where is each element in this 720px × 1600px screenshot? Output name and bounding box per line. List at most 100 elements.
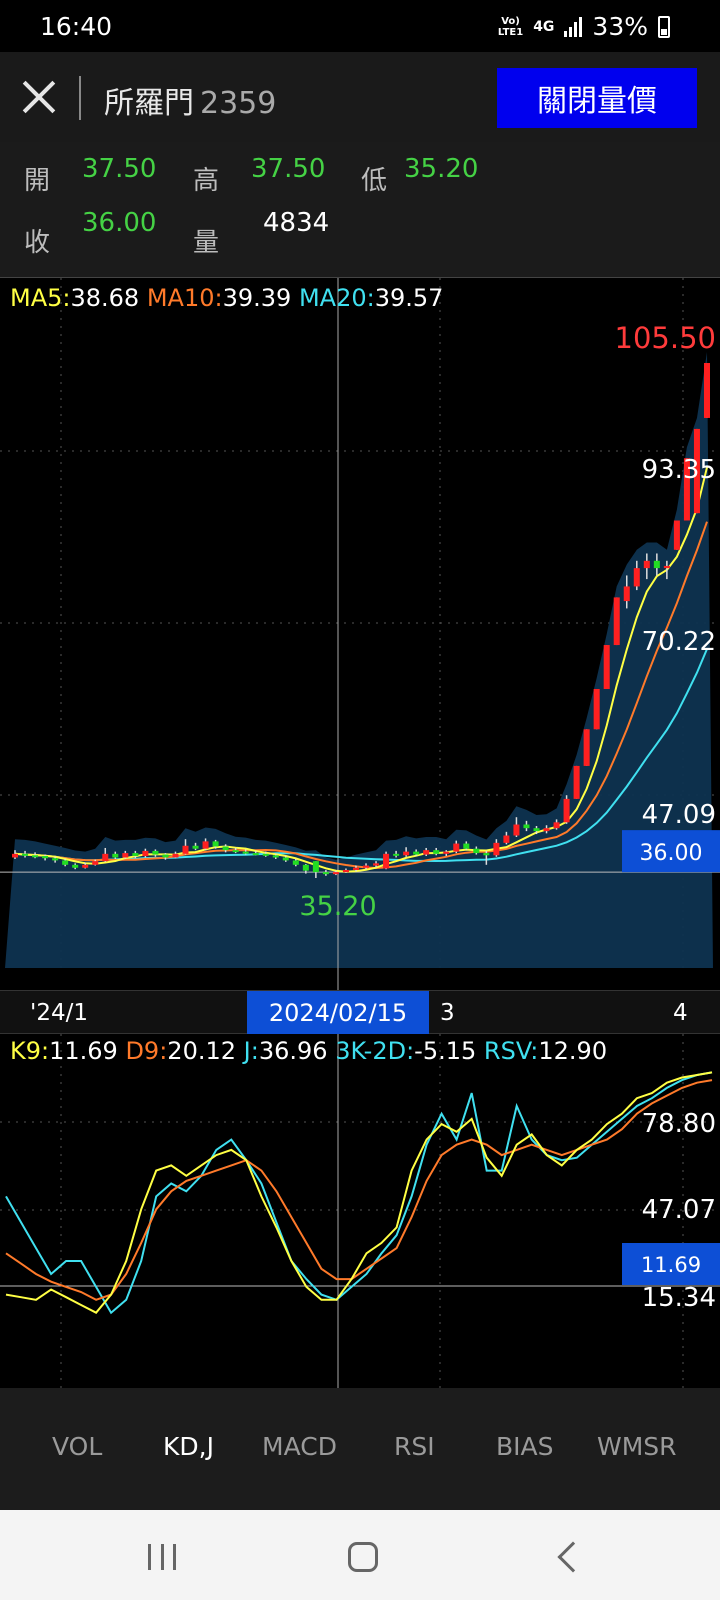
candle-body	[72, 864, 79, 868]
k-value: 11.69	[49, 1037, 118, 1065]
candle-body	[152, 850, 159, 855]
candle-body	[202, 841, 209, 849]
candle-body	[653, 560, 660, 569]
date-tick: 4	[673, 1000, 688, 1026]
tab-kdj[interactable]: KD,J	[163, 1432, 214, 1461]
price-tick-label: 93.35	[642, 455, 716, 485]
candle-body	[252, 853, 259, 856]
d-value: 20.12	[167, 1037, 237, 1065]
candle-body	[453, 843, 460, 852]
candle-body	[663, 565, 670, 569]
candle-body	[222, 846, 229, 851]
candle-body	[463, 843, 470, 849]
candle-body	[403, 851, 410, 856]
candle-body	[322, 872, 329, 875]
close-icon[interactable]	[18, 76, 60, 118]
volume-value: 4834	[263, 208, 330, 238]
current-k-label: 11.69	[641, 1253, 701, 1277]
status-bar: 16:40 Vo) LTE1 4G 33%	[0, 0, 720, 52]
kd-tick-label: 15.34	[642, 1283, 716, 1313]
candle-body	[523, 824, 530, 829]
low-marker-label: 35.20	[299, 891, 376, 922]
system-nav-bar	[0, 1510, 720, 1600]
ma20-value: 39.57	[374, 284, 444, 312]
candle-body	[553, 822, 560, 829]
price-max-label: 105.50	[615, 321, 716, 355]
candle-body	[122, 853, 129, 858]
candle-body	[493, 842, 500, 856]
candle-body	[473, 848, 480, 854]
kd-chart[interactable]: 78.80 47.07 15.34 11.69	[0, 1034, 720, 1388]
candle-body	[172, 853, 179, 858]
candle-body	[52, 858, 59, 861]
ma10-label: MA10:	[146, 284, 223, 312]
tab-bias[interactable]: BIAS	[496, 1432, 554, 1461]
candle-body	[352, 867, 359, 870]
candle-body	[32, 855, 39, 858]
candle-body	[503, 835, 510, 843]
selected-date: 2024/02/15	[247, 991, 429, 1035]
tab-wmsr[interactable]: WMSR	[597, 1432, 677, 1461]
candle-body	[102, 853, 109, 862]
title-bar: 所羅門 2359 關閉量價	[0, 52, 720, 142]
stock-code: 2359	[200, 86, 277, 121]
candle-body	[182, 845, 189, 854]
j-line	[5, 1071, 713, 1315]
candle-body	[312, 861, 319, 873]
tab-vol[interactable]: VOL	[52, 1432, 102, 1461]
candle-body	[282, 857, 289, 861]
candle-body	[643, 560, 650, 569]
price-chart[interactable]: 105.50 93.35 70.22 47.09 36.00 35.20	[0, 278, 720, 990]
price-chart-area[interactable]: 105.50 93.35 70.22 47.09 36.00 35.20	[0, 278, 720, 990]
candle-body	[363, 865, 370, 868]
candle-body	[12, 853, 19, 858]
network-type-icon: 4G	[533, 18, 555, 35]
quote-panel: 開 37.50 高 37.50 低 35.20 收 36.00 量 4834	[0, 142, 720, 278]
candle-body	[92, 861, 99, 865]
kd-chart-area[interactable]: 78.80 47.07 15.34 11.69	[0, 1034, 720, 1388]
candle-body	[603, 645, 610, 689]
candle-body	[513, 824, 520, 836]
candle-body	[242, 851, 249, 854]
candle-body	[42, 856, 49, 859]
rsv-value: 12.90	[538, 1037, 608, 1065]
date-tick: 3	[440, 1000, 455, 1026]
close-price-volume-button[interactable]: 關閉量價	[497, 68, 697, 128]
candle-body	[543, 828, 550, 832]
candle-body	[443, 851, 450, 854]
low-value: 35.20	[404, 154, 479, 184]
candle-body	[533, 828, 540, 832]
rsv-label: RSV:	[483, 1037, 539, 1065]
d-label: D9:	[125, 1037, 168, 1065]
candle-body	[483, 853, 490, 856]
ma20-label: MA20:	[298, 284, 375, 312]
tab-macd[interactable]: MACD	[262, 1432, 337, 1461]
candle-body	[393, 853, 400, 856]
candle-body	[383, 853, 390, 869]
low-label: 低	[361, 166, 388, 196]
candle-body	[673, 520, 680, 550]
home-icon[interactable]	[348, 1542, 378, 1572]
candle-body	[62, 860, 69, 865]
open-label: 開	[24, 166, 51, 196]
kd2-label: 3K-2D:	[335, 1037, 415, 1065]
recents-icon[interactable]	[148, 1544, 176, 1570]
price-tick-label: 47.09	[642, 800, 716, 830]
candle-body	[623, 586, 630, 602]
stock-title: 所羅門 2359	[104, 78, 276, 122]
date-axis: '24/1 2024/02/15 3 4	[0, 990, 720, 1035]
candle-body	[292, 860, 299, 865]
back-icon[interactable]	[557, 1541, 589, 1573]
stock-name: 所羅門	[104, 86, 194, 121]
candle-body	[272, 855, 279, 858]
battery-icon	[658, 15, 670, 38]
candle-body	[593, 688, 600, 730]
price-tick-label: 70.22	[642, 627, 716, 657]
candle-body	[583, 729, 590, 766]
signal-icon	[564, 16, 583, 37]
close-value: 36.00	[82, 208, 157, 238]
ma-legend: MA5:38.68 MA10:39.39 MA20:39.57	[10, 284, 443, 312]
candle-body	[262, 853, 269, 856]
ma5-label: MA5:	[10, 284, 71, 312]
tab-rsi[interactable]: RSI	[394, 1432, 435, 1461]
